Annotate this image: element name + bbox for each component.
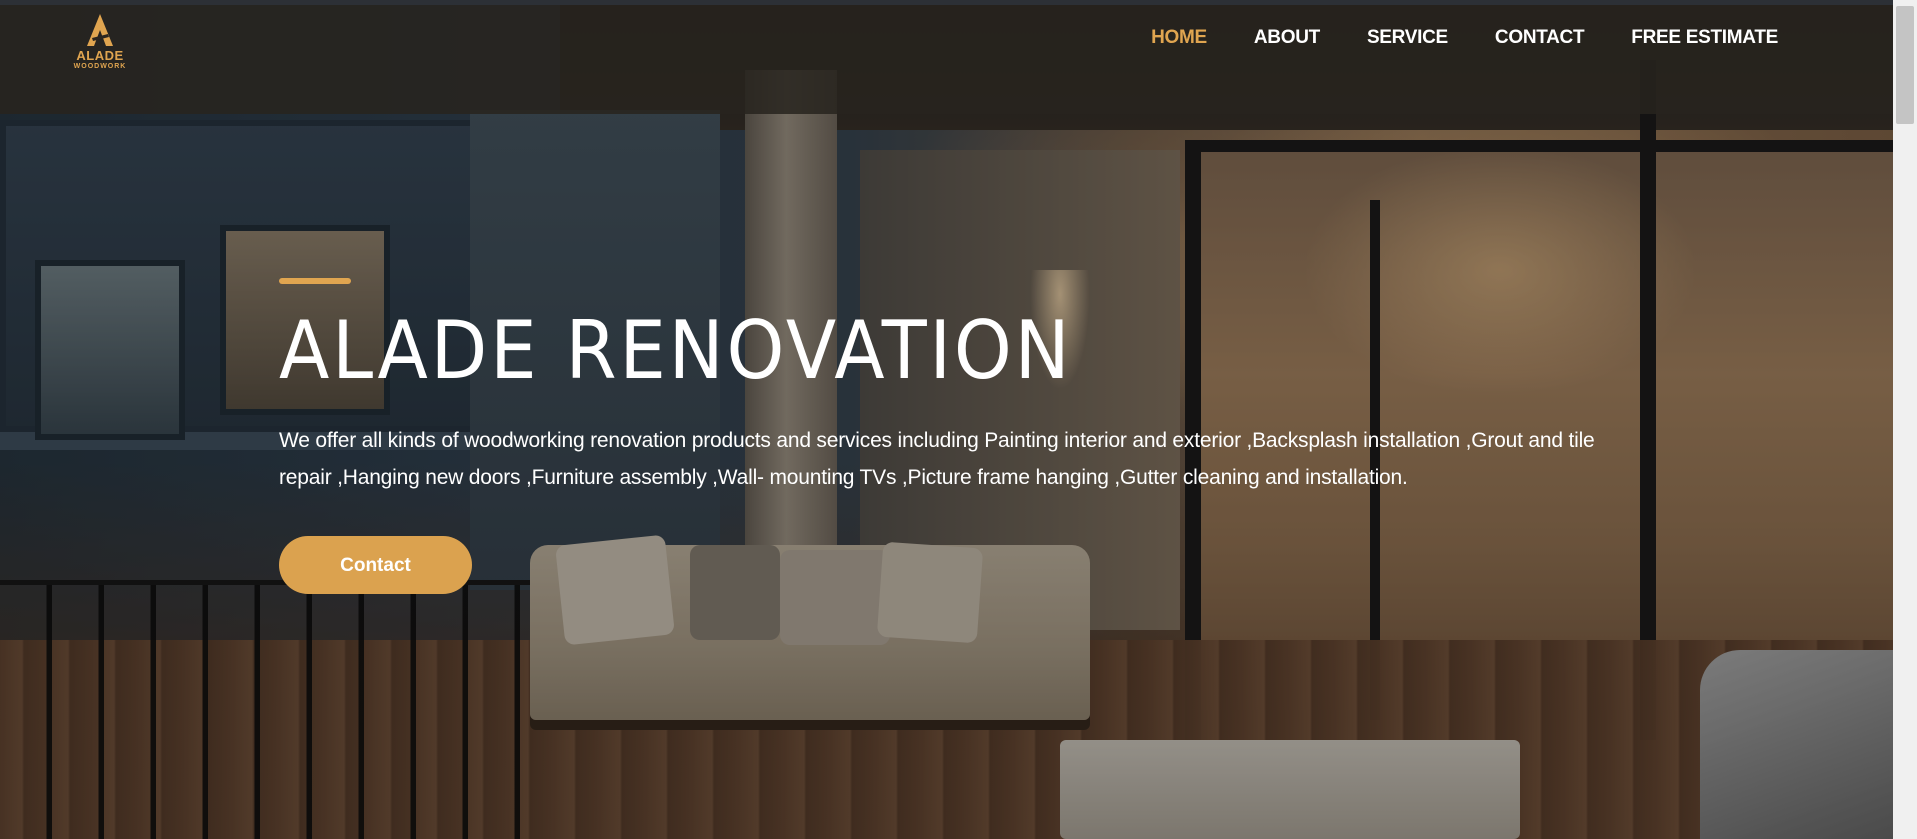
hero-description: We offer all kinds of woodworking renova… xyxy=(279,429,1595,489)
nav-item-service[interactable]: SERVICE xyxy=(1367,27,1448,49)
nav-item-home[interactable]: HOME xyxy=(1151,27,1207,49)
logo-a-icon xyxy=(87,14,113,46)
hero-title: ALADE RENOVATION xyxy=(279,304,1073,397)
nav-item-free-estimate[interactable]: FREE ESTIMATE xyxy=(1631,27,1778,49)
site-header: ALADE WOODWORK HOME ABOUT SERVICE CONTAC… xyxy=(0,5,1893,114)
scrollbar-thumb[interactable] xyxy=(1896,6,1914,124)
page-scrollbar[interactable] xyxy=(1893,0,1917,839)
title-accent-bar xyxy=(279,278,351,284)
window-top-strip xyxy=(0,0,1917,5)
page: ALADE WOODWORK HOME ABOUT SERVICE CONTAC… xyxy=(0,0,1917,839)
nav-item-about[interactable]: ABOUT xyxy=(1254,27,1320,49)
nav-item-contact[interactable]: CONTACT xyxy=(1495,27,1585,49)
site-logo[interactable]: ALADE WOODWORK xyxy=(70,12,130,78)
logo-subtitle: WOODWORK xyxy=(73,63,127,70)
logo-name: ALADE xyxy=(76,48,124,63)
contact-button[interactable]: Contact xyxy=(279,536,472,594)
main-nav: HOME ABOUT SERVICE CONTACT FREE ESTIMATE xyxy=(1104,27,1778,49)
hero-section: ALADE RENOVATION We offer all kinds of w… xyxy=(279,278,1619,594)
